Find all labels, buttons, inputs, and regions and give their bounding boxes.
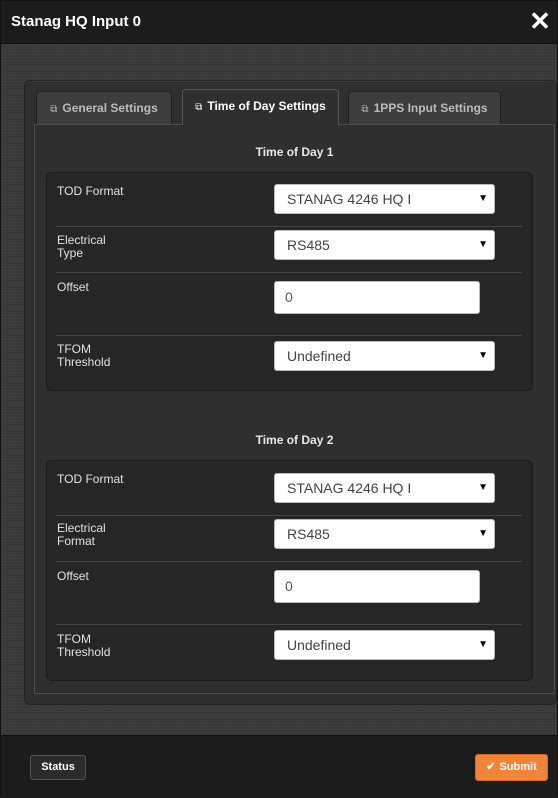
section-heading-tod2: Time of Day 2 [255, 433, 334, 447]
offset-label: Offset [57, 280, 89, 294]
tfom-threshold-select[interactable]: Undefined ▼ [274, 630, 495, 660]
divider [56, 624, 522, 625]
tab-label: 1PPS Input Settings [373, 101, 488, 115]
tab-general-settings[interactable]: ⧉ General Settings [36, 91, 172, 124]
section-heading-tod1: Time of Day 1 [255, 145, 334, 159]
tod-format-label: TOD Format [57, 184, 124, 198]
chevron-down-icon: ▼ [478, 193, 488, 204]
window-icon: ⧉ [50, 104, 58, 115]
tod-format-select[interactable]: STANAG 4246 HQ I ▼ [274, 184, 495, 214]
submit-button[interactable]: ✔ Submit [475, 754, 548, 781]
select-value: STANAG 4246 HQ I [287, 480, 412, 496]
tod-format-select[interactable]: STANAG 4246 HQ I ▼ [274, 473, 495, 503]
window-icon: ⧉ [195, 102, 203, 113]
tab-1pps-input-settings[interactable]: ⧉ 1PPS Input Settings [348, 91, 501, 124]
tab-time-of-day-settings[interactable]: ⧉ Time of Day Settings [182, 89, 339, 125]
select-value: STANAG 4246 HQ I [287, 191, 412, 207]
offset-input[interactable]: 0 [274, 281, 480, 314]
tab-label: General Settings [62, 101, 158, 115]
tfom-threshold-select[interactable]: Undefined ▼ [274, 341, 495, 371]
offset-input[interactable]: 0 [274, 570, 480, 603]
select-value: RS485 [287, 526, 330, 542]
electrical-type-select[interactable]: RS485 ▼ [274, 230, 495, 260]
divider [56, 561, 522, 562]
tod-format-label: TOD Format [57, 472, 124, 486]
tfom-threshold-label: TFOM Threshold [57, 342, 111, 369]
divider [56, 335, 522, 336]
checkmark-icon: ✔ [486, 761, 496, 773]
electrical-format-label: Electrical Format [57, 521, 106, 548]
select-value: RS485 [287, 237, 330, 253]
divider [56, 515, 522, 516]
status-button[interactable]: Status [30, 755, 86, 780]
electrical-type-label: Electrical Type [57, 233, 106, 260]
divider [56, 226, 522, 227]
dialog-title: Stanag HQ Input 0 [11, 13, 142, 30]
dialog: Stanag HQ Input 0 ✕ ⧉ General Settings ⧉ T… [0, 0, 558, 798]
divider [56, 272, 522, 273]
chevron-down-icon: ▼ [478, 639, 488, 650]
chevron-down-icon: ▼ [478, 528, 488, 539]
submit-label: Submit [499, 761, 537, 773]
select-value: Undefined [287, 348, 351, 364]
tfom-threshold-label: TFOM Threshold [57, 632, 111, 659]
chevron-down-icon: ▼ [478, 239, 488, 250]
close-icon[interactable]: ✕ [527, 7, 553, 35]
chevron-down-icon: ▼ [478, 350, 488, 361]
select-value: Undefined [287, 637, 351, 653]
electrical-format-select[interactable]: RS485 ▼ [274, 519, 495, 549]
tab-label: Time of Day Settings [207, 99, 326, 113]
chevron-down-icon: ▼ [478, 482, 488, 493]
offset-label: Offset [57, 569, 89, 583]
window-icon: ⧉ [361, 104, 369, 115]
dialog-titlebar: Stanag HQ Input 0 ✕ [1, 1, 557, 44]
